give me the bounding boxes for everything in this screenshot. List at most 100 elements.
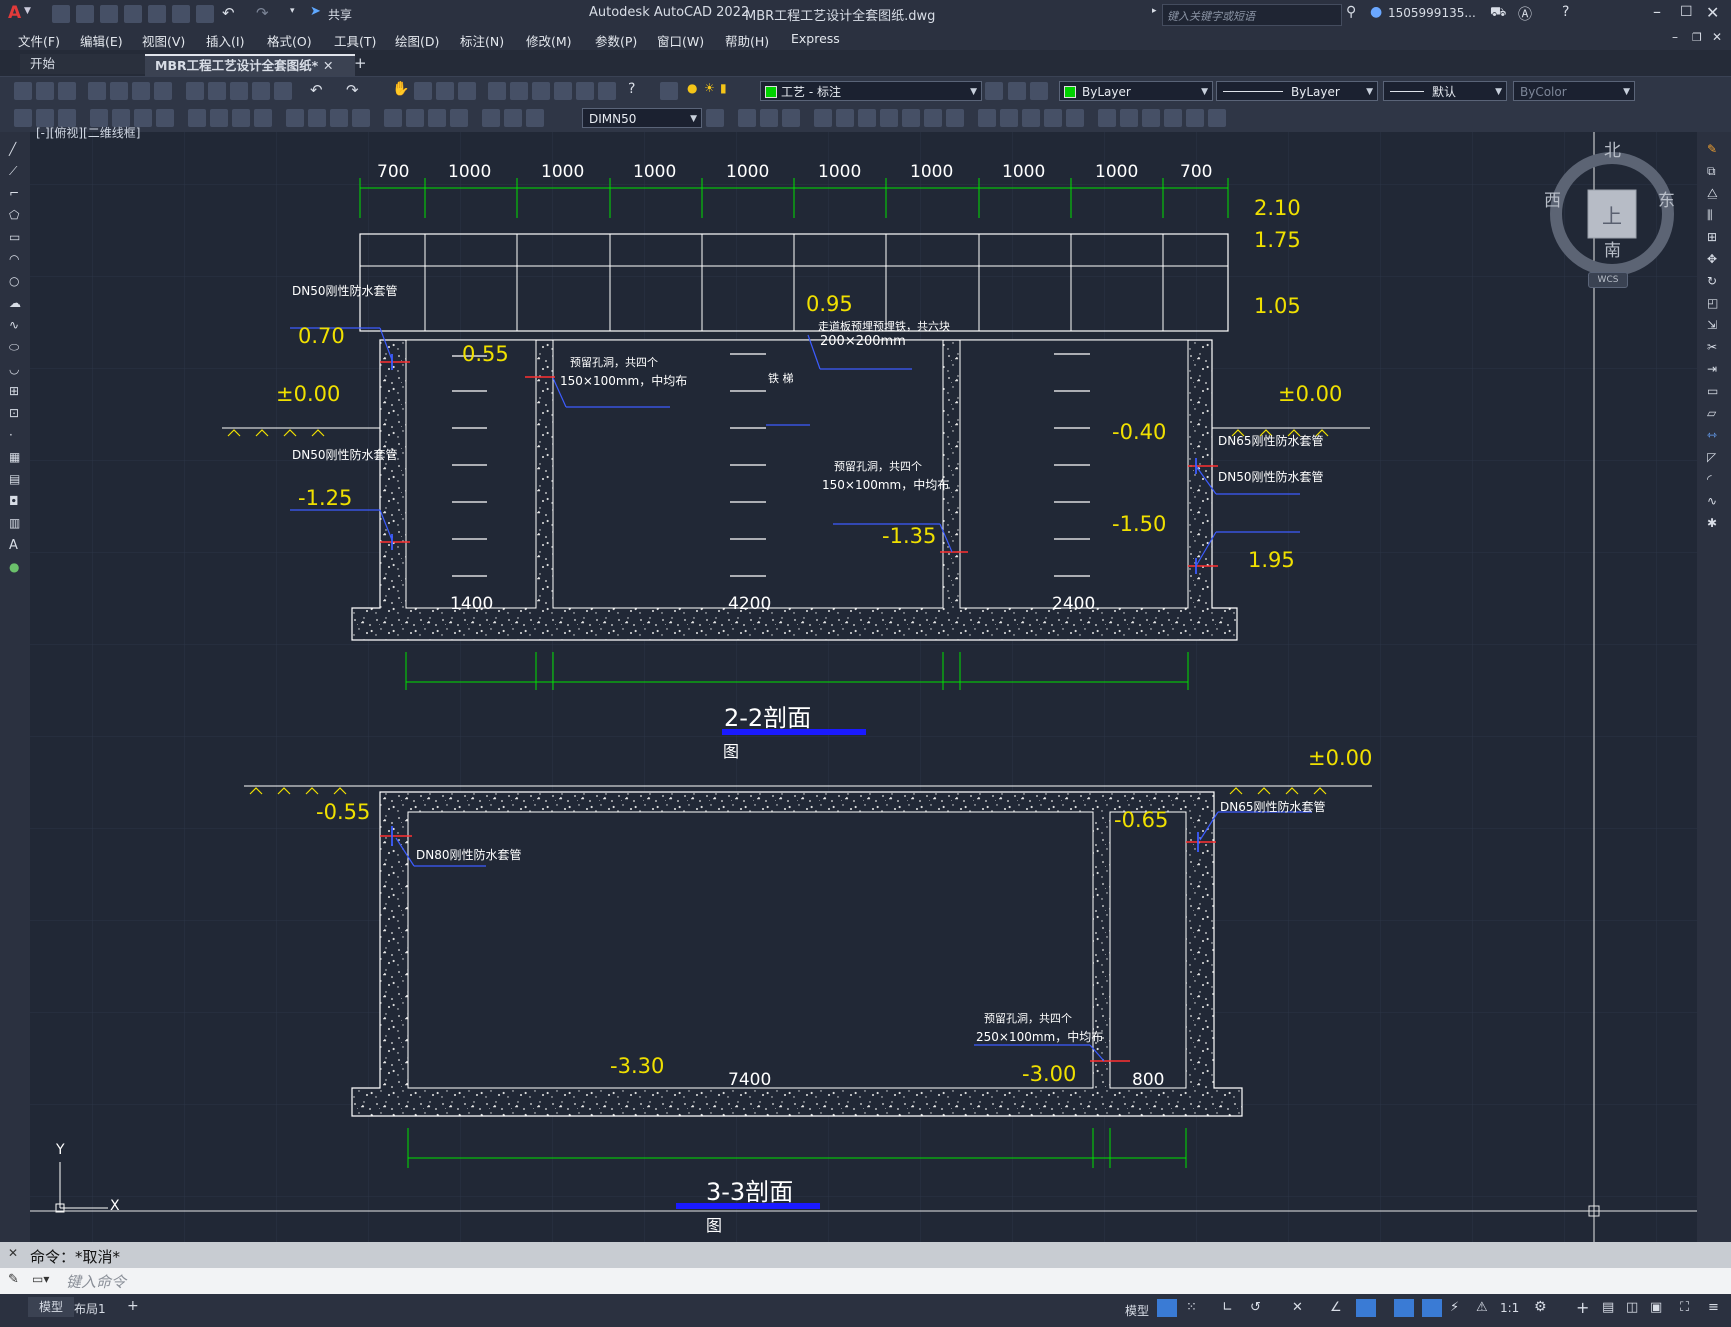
menu-insert[interactable]: 插入(I) [206, 31, 244, 50]
tb-redo-icon[interactable]: ↷ [346, 81, 359, 99]
tb-zoom-previous-icon[interactable] [458, 82, 476, 100]
annotation-visibility-icon[interactable]: ⚡ [1450, 1300, 1459, 1315]
stretch-tool-icon[interactable]: ⇲ [1707, 318, 1717, 332]
isodraft-toggle-icon[interactable]: ✕ [1292, 1300, 1303, 1315]
hardware-accel-icon[interactable]: ◫ [1626, 1300, 1638, 1315]
tb-clip-icon[interactable] [1208, 109, 1226, 127]
add-layout-button[interactable]: + [127, 1298, 139, 1314]
copy-tool-icon[interactable]: ⧉ [1707, 164, 1716, 179]
trim-tool-icon[interactable]: ✂ [1707, 340, 1717, 354]
color-dropdown[interactable]: ByLayer ▼ [1059, 81, 1213, 101]
share-button[interactable]: 共享 [328, 6, 352, 23]
tb-mirror-icon[interactable] [760, 109, 778, 127]
dimstyle-dropdown[interactable]: DIMN50 ▼ [582, 108, 702, 128]
tb-copy-obj-icon[interactable] [738, 109, 756, 127]
tab-drawing[interactable]: MBR工程工艺设计全套图纸* ✕ [145, 54, 355, 76]
snap-toggle-icon[interactable]: ⁙ [1186, 1300, 1197, 1315]
polygon-tool-icon[interactable]: ⬠ [9, 208, 19, 222]
tb-markup-icon[interactable] [576, 82, 594, 100]
offset-tool-icon[interactable]: ⫼ [1707, 208, 1713, 223]
tb-dim-continue-icon[interactable] [330, 109, 348, 127]
erase-tool-icon[interactable]: ✎ [1707, 142, 1717, 156]
customize-icon[interactable]: ≡ [1708, 1300, 1719, 1315]
new-file-icon[interactable] [52, 5, 70, 23]
revcloud-tool-icon[interactable]: ☁ [9, 296, 21, 310]
drawing-canvas[interactable]: 700 1000 1000 1000 1000 1000 1000 1000 1… [30, 126, 1697, 1242]
ellipse-tool-icon[interactable]: ⬭ [9, 340, 19, 355]
tb-stretch-icon[interactable] [902, 109, 920, 127]
tb-dim-jogged-icon[interactable] [210, 109, 228, 127]
open-web-icon[interactable] [148, 5, 166, 23]
redo-icon[interactable]: ↷ [256, 4, 269, 22]
tb-inspect-icon[interactable] [428, 109, 446, 127]
tb-save-icon[interactable] [58, 82, 76, 100]
tb-dim-radius-icon[interactable] [188, 109, 206, 127]
tb-dim-angular-icon[interactable] [254, 109, 272, 127]
tb-undo-icon[interactable]: ↶ [310, 81, 323, 99]
tb-cut-icon[interactable] [186, 82, 204, 100]
add-selected-icon[interactable]: ● [9, 560, 19, 574]
tb-xref-icon[interactable] [1142, 109, 1160, 127]
menu-view[interactable]: 视图(V) [142, 31, 185, 50]
viewcube-south[interactable]: 南 [1604, 236, 1621, 261]
tb-3dprint-icon[interactable] [154, 82, 172, 100]
rotate-tool-icon[interactable]: ↻ [1707, 274, 1717, 288]
tb-plot-icon[interactable] [88, 82, 106, 100]
tb-erase-icon[interactable] [1120, 109, 1138, 127]
save-icon[interactable] [100, 5, 118, 23]
doc-minimize-icon[interactable]: – [1672, 30, 1678, 44]
doc-close-icon[interactable]: ✕ [1712, 30, 1722, 44]
tb-new-icon[interactable] [14, 82, 32, 100]
tb-preview-icon[interactable] [110, 82, 128, 100]
maximize-icon[interactable]: ☐ [1680, 4, 1693, 20]
fillet-tool-icon[interactable]: ◜ [1707, 472, 1712, 486]
annotation-scale-icon[interactable]: ⚠ [1476, 1300, 1488, 1315]
tb-break-icon[interactable] [978, 109, 996, 127]
open-file-icon[interactable] [76, 5, 94, 23]
menu-file[interactable]: 文件(F) [18, 31, 60, 50]
undo-icon[interactable]: ↶ [222, 4, 235, 22]
polar-toggle-icon[interactable]: ↺ [1250, 1300, 1261, 1315]
tb-layer-manager-icon[interactable] [660, 82, 678, 100]
tb-dim-text-edit-icon[interactable] [504, 109, 522, 127]
menu-parametric[interactable]: 参数(P) [595, 31, 637, 50]
tb-attach-icon[interactable] [1186, 109, 1204, 127]
array-tool-icon[interactable]: ⊞ [1707, 230, 1717, 244]
close-icon[interactable]: ✕ [1706, 3, 1719, 22]
layer-unlock-icon[interactable]: ▮ [720, 81, 727, 95]
tb-quick-dim-icon[interactable] [286, 109, 304, 127]
region-tool-icon[interactable]: ◘ [9, 494, 19, 508]
tb-chamfer-icon[interactable] [1022, 109, 1040, 127]
ortho-toggle-icon[interactable]: ∟ [1222, 1300, 1233, 1315]
doc-restore-icon[interactable]: ❐ [1692, 31, 1702, 44]
command-close-icon[interactable]: ✕ [8, 1246, 18, 1260]
new-tab-button[interactable]: + [354, 54, 367, 72]
tb-rotate-icon[interactable] [858, 109, 876, 127]
save-as-icon[interactable] [124, 5, 142, 23]
tb-open-icon[interactable] [36, 82, 54, 100]
tb-layer-states-icon[interactable] [1030, 82, 1048, 100]
recent-commands-icon[interactable]: ▭▾ [32, 1272, 49, 1286]
xline-tool-icon[interactable]: ⟋ [9, 164, 17, 179]
tb-extend-icon[interactable] [946, 109, 964, 127]
tb-trim-icon[interactable] [924, 109, 942, 127]
quick-access-chevron-icon[interactable]: ▾ [290, 6, 295, 16]
menu-draw[interactable]: 绘图(D) [395, 31, 439, 50]
tab-start[interactable]: 开始 [20, 54, 148, 74]
mtext-tool-icon[interactable]: A [9, 538, 18, 553]
tb-copy-icon[interactable] [208, 82, 226, 100]
tb-tolerance-icon[interactable] [384, 109, 402, 127]
tb-explode-icon[interactable] [1098, 109, 1116, 127]
move-tool-icon[interactable]: ✥ [1707, 252, 1717, 266]
point-tool-icon[interactable]: · [9, 428, 13, 442]
line-tool-icon[interactable]: ╱ [9, 142, 16, 156]
tb-calculator-icon[interactable] [598, 82, 616, 100]
plotstyle-dropdown[interactable]: ByColor ▼ [1513, 81, 1635, 101]
customize-wrench-icon[interactable]: ✎ [8, 1272, 19, 1287]
tb-image-icon[interactable] [1164, 109, 1182, 127]
tb-tool-palettes-icon[interactable] [532, 82, 550, 100]
make-block-icon[interactable]: ⊡ [9, 406, 19, 420]
tb-designcenter-icon[interactable] [510, 82, 528, 100]
command-line[interactable]: ✎ ▭▾ 键入命令 [0, 1268, 1731, 1294]
tb-offset-icon[interactable] [782, 109, 800, 127]
